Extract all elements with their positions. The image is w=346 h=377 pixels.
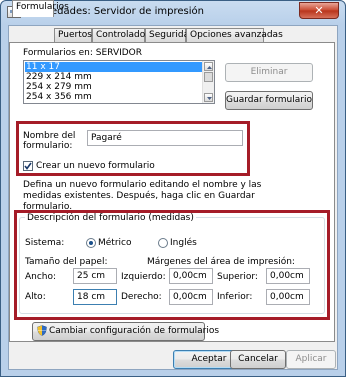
form-name-label-line1: Nombre del [23, 131, 76, 141]
bottom-margin-label: Inferior: [217, 292, 253, 302]
tab-label: Opciones avanzadas [190, 30, 283, 40]
chevron-up-icon [207, 66, 212, 69]
measurements-group-label: Descripción del formulario (medidas) [25, 213, 196, 223]
list-item[interactable]: 11 x 17 [25, 62, 204, 72]
change-form-settings-label: Cambiar configuración de formularios [49, 326, 220, 336]
width-label: Ancho: [25, 272, 57, 282]
close-button[interactable]: ✕ [299, 2, 339, 19]
left-margin-field[interactable]: 0,00cm [169, 268, 213, 284]
scroll-up-button[interactable] [204, 62, 213, 71]
list-item[interactable]: 254 x 356 mm [26, 92, 92, 102]
save-form-button-label: Guardar formulario [226, 95, 312, 105]
new-form-checkbox[interactable] [23, 161, 33, 171]
help-text: Defina un nuevo formulario editando el n… [23, 180, 261, 213]
left-margin-label: Izquierdo: [121, 272, 166, 282]
list-item[interactable]: 254 x 279 mm [26, 82, 92, 92]
accept-button-label: Aceptar [191, 354, 227, 364]
cancel-button-label: Cancelar [238, 354, 278, 364]
delete-button[interactable]: Eliminar [225, 63, 313, 82]
margins-label: Márgenes del área de impresión: [147, 257, 295, 267]
delete-button-label: Eliminar [250, 67, 288, 77]
radio-selected-dot [89, 241, 93, 245]
tab-label: Formularios [16, 2, 69, 12]
help-text-line2: medidas existentes. Después, haga clic e… [23, 191, 255, 201]
tab-opciones-avanzadas[interactable]: Opciones avanzadas [186, 28, 283, 42]
form-name-label: Nombre del formulario: [23, 131, 75, 151]
close-icon: ✕ [314, 4, 324, 17]
top-margin-field[interactable]: 0,00cm [266, 268, 310, 284]
tab-formularios[interactable]: Formularios [12, 0, 69, 17]
height-field[interactable]: 18 cm [73, 289, 117, 305]
apply-button-label: Aplicar [295, 354, 327, 364]
paper-size-label: Tamaño del papel: [25, 257, 108, 267]
checkmark-icon [24, 162, 32, 170]
uac-shield-icon [37, 325, 47, 336]
help-text-line3: formulario. [23, 202, 73, 212]
width-field[interactable]: 25 cm [73, 268, 117, 284]
listbox-scrollbar[interactable] [202, 61, 214, 103]
tab-controladores[interactable]: Controladores [92, 28, 159, 42]
tab-seguridad[interactable]: Seguridad [145, 28, 195, 42]
form-name-field[interactable]: Pagaré [87, 130, 243, 146]
save-form-button[interactable]: Guardar formulario [225, 91, 313, 110]
tab-label: Puertos [58, 30, 92, 40]
forms-list-label: Formularios en: SERVIDOR [23, 48, 143, 58]
form-name-label-line2: formulario: [23, 141, 73, 151]
right-margin-field[interactable]: 0,00cm [169, 289, 213, 305]
scroll-thumb[interactable] [204, 72, 213, 82]
cancel-button[interactable]: Cancelar [230, 350, 286, 369]
scroll-down-button[interactable] [204, 93, 213, 102]
tab-puertos[interactable]: Puertos [54, 28, 92, 42]
change-form-settings-button[interactable]: Cambiar configuración de formularios [32, 322, 219, 341]
forms-listbox[interactable]: 11 x 17 229 x 214 mm 254 x 279 mm 254 x … [23, 60, 215, 104]
apply-button[interactable]: Aplicar [286, 350, 336, 369]
bottom-margin-field[interactable]: 0,00cm [266, 289, 310, 305]
english-radio-label: Inglés [170, 238, 197, 248]
help-text-line1: Defina un nuevo formulario editando el n… [23, 180, 262, 190]
height-label: Alto: [25, 292, 46, 302]
list-item[interactable]: 229 x 214 mm [26, 72, 92, 82]
english-radio[interactable] [158, 238, 168, 248]
metric-radio[interactable] [86, 238, 96, 248]
chevron-down-icon [207, 97, 212, 100]
metric-radio-label: Métrico [98, 238, 132, 248]
right-margin-label: Derecho: [121, 292, 162, 302]
new-form-checkbox-label: Crear un nuevo formulario [36, 161, 155, 171]
top-margin-label: Superior: [217, 272, 258, 282]
system-label: Sistema: [25, 238, 65, 248]
